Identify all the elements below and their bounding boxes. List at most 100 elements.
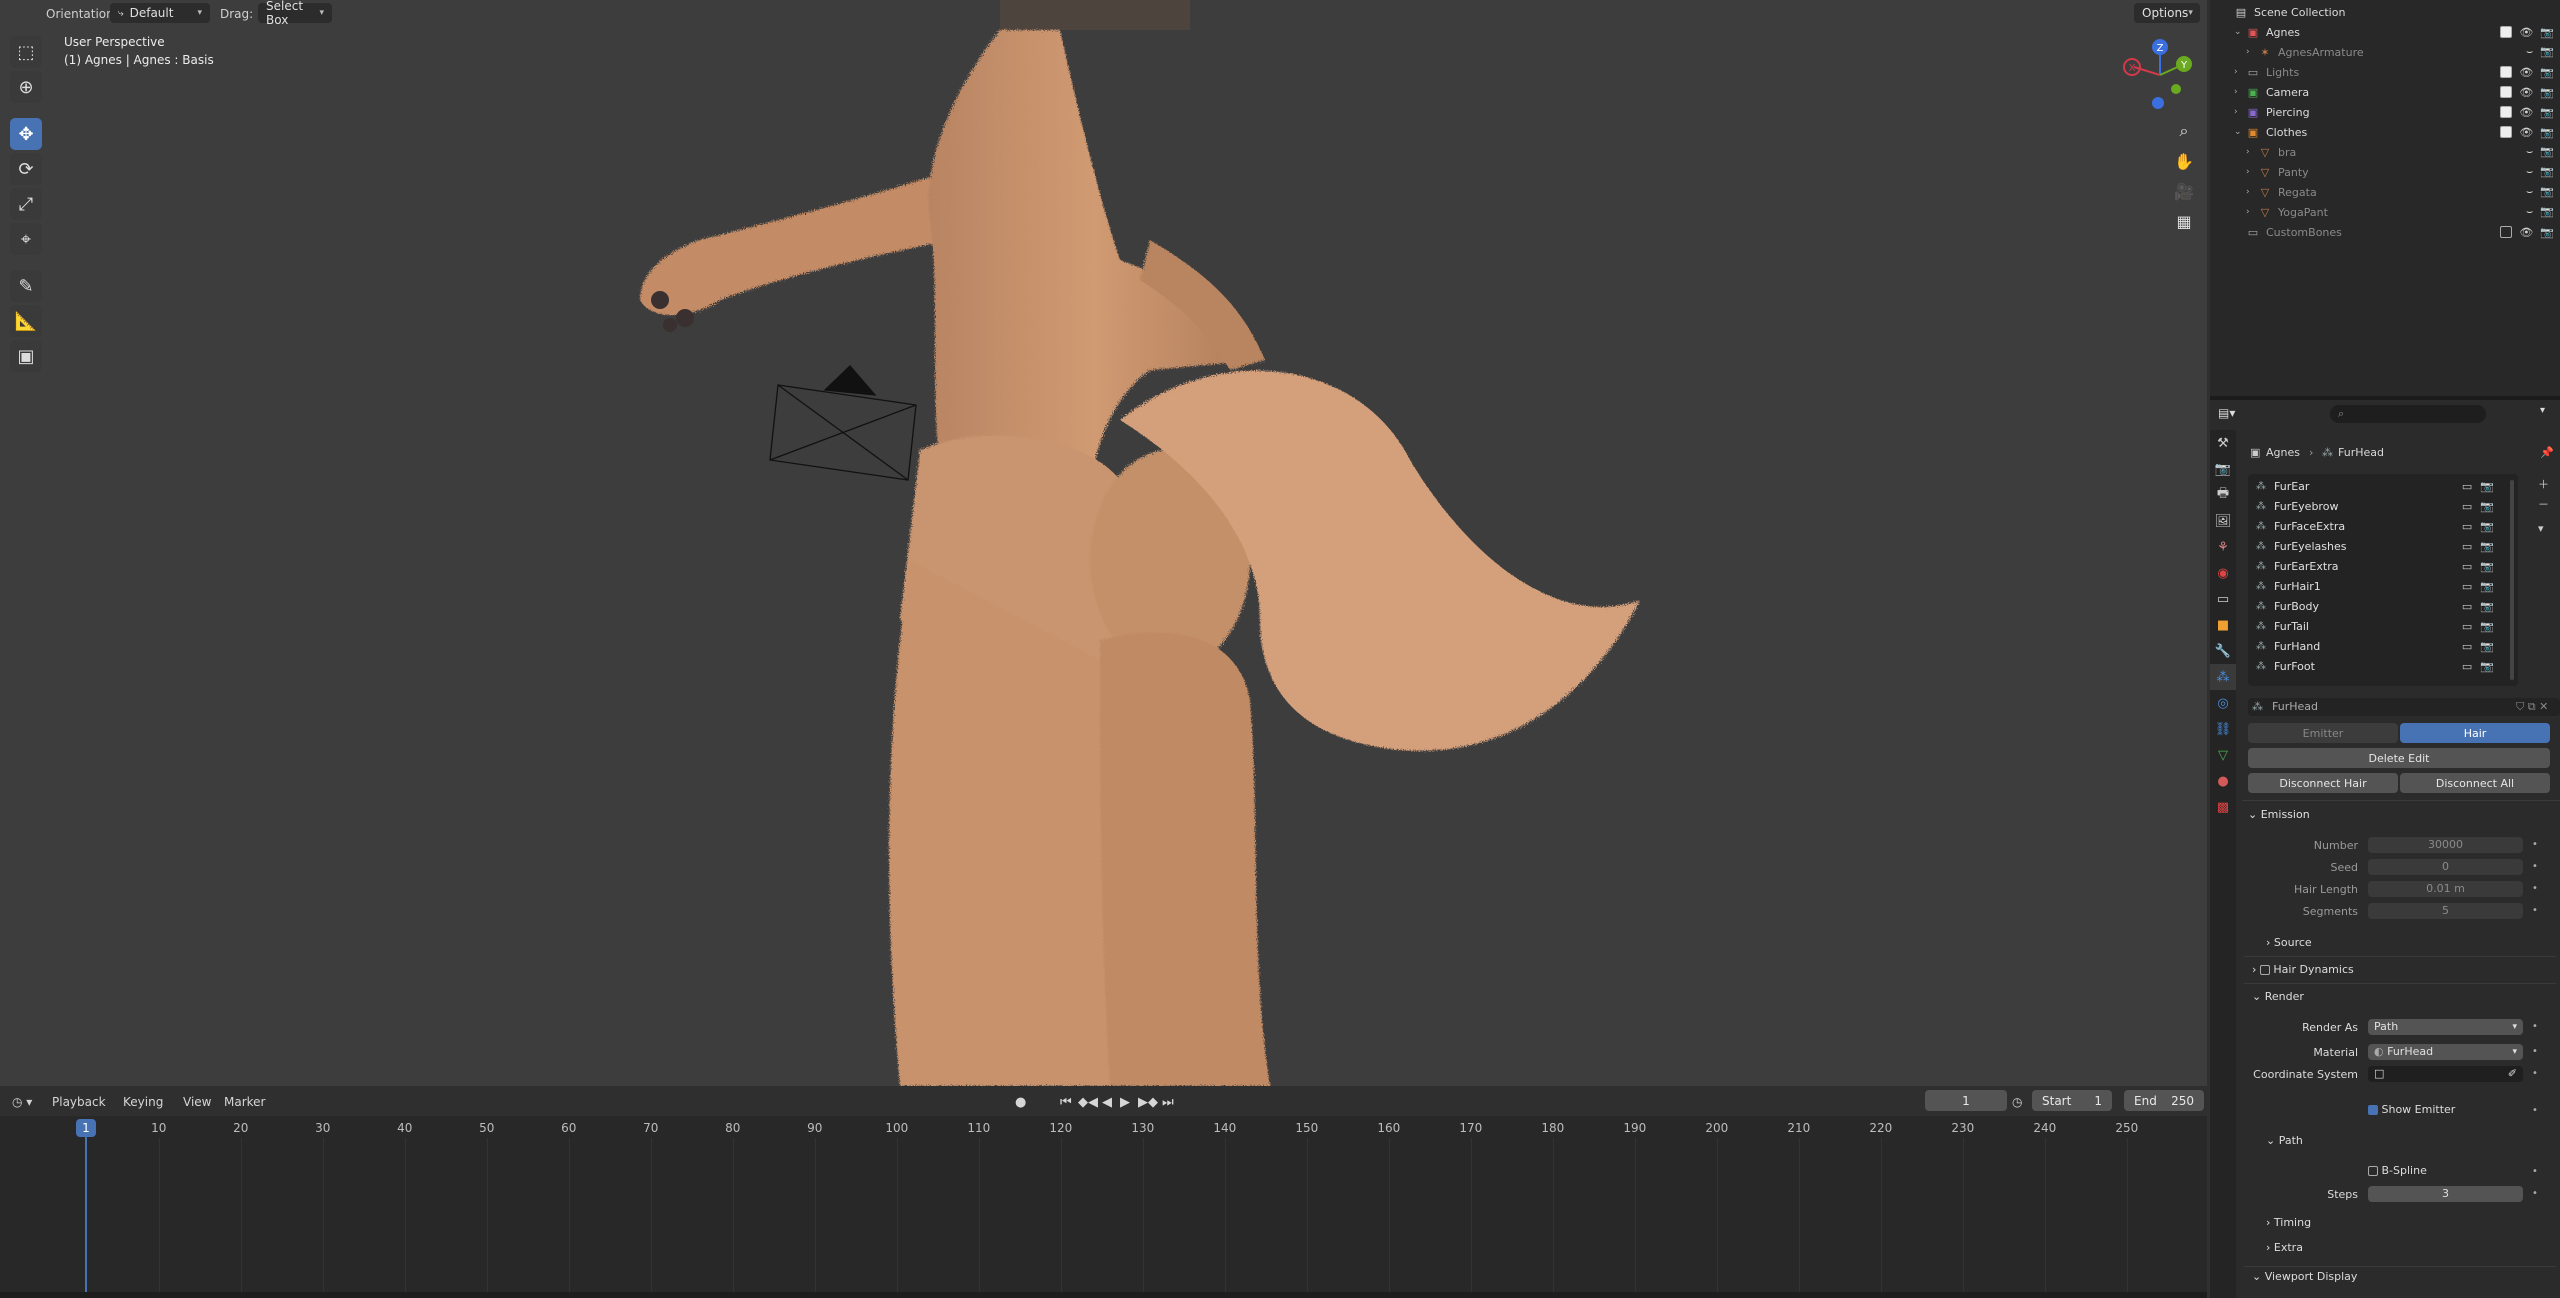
particle-system-item[interactable]: ⁂ FurBody ▭📷 bbox=[2256, 600, 2506, 613]
cursor-tool-icon[interactable]: ⊕ bbox=[10, 71, 42, 103]
viewport-render-toggle-icons[interactable]: ▭📷 bbox=[2462, 660, 2502, 673]
visibility-eye-icon[interactable]: ⌣ bbox=[2526, 185, 2533, 199]
particles-tab-icon[interactable]: ⁂ bbox=[2210, 664, 2236, 690]
prev-keyframe-icon[interactable]: ◆◀ bbox=[1078, 1095, 1098, 1110]
render-as-dropdown[interactable]: Path ▾ bbox=[2368, 1019, 2523, 1035]
render-camera-icon[interactable]: 📷 bbox=[2540, 226, 2554, 239]
visibility-eye-icon[interactable]: 👁 bbox=[2519, 86, 2533, 99]
particle-system-item[interactable]: ⁂ FurHand ▭📷 bbox=[2256, 640, 2506, 653]
exclude-checkbox[interactable] bbox=[2500, 65, 2513, 78]
expand-arrow-icon[interactable]: ⌄ bbox=[2234, 27, 2246, 37]
expand-arrow-icon[interactable]: › bbox=[2246, 207, 2258, 217]
visibility-eye-icon[interactable]: 👁 bbox=[2519, 106, 2533, 119]
visibility-eye-icon[interactable]: 👁 bbox=[2519, 66, 2533, 79]
measure-tool-icon[interactable]: 📐 bbox=[10, 305, 42, 337]
outliner-row[interactable]: › ▣ Piercing 👁 📷 bbox=[2210, 102, 2560, 122]
zoom-icon[interactable]: ⌕ bbox=[2169, 116, 2199, 146]
timeline-scrollbar[interactable] bbox=[0, 1292, 2207, 1298]
type-hair-button[interactable]: Hair bbox=[2400, 723, 2550, 743]
render-camera-icon[interactable]: 📷 bbox=[2540, 165, 2554, 179]
visibility-eye-icon[interactable]: ⌣ bbox=[2526, 45, 2533, 59]
outliner[interactable]: ▤ Scene Collection ⌄ ▣ Agnes 👁 📷 › ✶ AgnesArmatur… bbox=[2210, 0, 2560, 400]
tool-tab-icon[interactable]: ⚒ bbox=[2210, 430, 2236, 456]
source-subpanel[interactable]: › Source bbox=[2266, 936, 2312, 949]
constraints-tab-icon[interactable]: ⛓ bbox=[2210, 716, 2236, 742]
exclude-checkbox[interactable] bbox=[2500, 225, 2513, 238]
list-menu-chevron-icon[interactable]: ▾ bbox=[2538, 522, 2544, 535]
render-tab-icon[interactable]: 📷 bbox=[2210, 456, 2236, 482]
list-scrollbar[interactable] bbox=[2510, 480, 2514, 680]
visibility-eye-icon[interactable]: 👁 bbox=[2519, 26, 2533, 39]
outliner-row[interactable]: › ✶ AgnesArmature ⌣ 📷 bbox=[2210, 42, 2560, 62]
hair-dynamics-panel[interactable]: › Hair Dynamics bbox=[2252, 963, 2354, 976]
play-icon[interactable]: ▶ bbox=[1120, 1095, 1130, 1110]
render-camera-icon[interactable]: 📷 bbox=[2540, 45, 2554, 59]
move-tool-icon[interactable]: ✥ bbox=[10, 118, 42, 150]
transform-tool-icon[interactable]: ⌖ bbox=[10, 223, 42, 255]
outliner-row[interactable]: ▤ Scene Collection bbox=[2210, 2, 2560, 22]
expand-arrow-icon[interactable]: › bbox=[2234, 87, 2246, 97]
record-icon[interactable]: ● bbox=[1015, 1095, 1026, 1110]
timeline-ruler[interactable]: 10 20 30 40 50 60 70 80 90 100 110 120 130 140 150 160 1… bbox=[0, 1118, 2207, 1138]
path-subpanel[interactable]: ⌄ Path bbox=[2266, 1134, 2303, 1147]
camera-object[interactable] bbox=[769, 365, 917, 481]
render-camera-icon[interactable]: 📷 bbox=[2540, 185, 2554, 199]
exclude-checkbox[interactable] bbox=[2500, 25, 2513, 38]
jump-end-icon[interactable]: ⏭ bbox=[1162, 1095, 1174, 1110]
viewport-render-toggle-icons[interactable]: ▭📷 bbox=[2462, 520, 2502, 533]
show-emitter-toggle[interactable]: Show Emitter bbox=[2368, 1103, 2455, 1116]
particle-system-item[interactable]: ⁂ FurEyelashes ▭📷 bbox=[2256, 540, 2506, 553]
particle-system-list[interactable]: ⁂ FurEar ▭📷 ⁂ FurEyebrow ▭📷 ⁂ FurFaceExtra ▭📷 ⁂ Fu… bbox=[2248, 474, 2518, 686]
outliner-row[interactable]: › ▽ Panty ⌣ 📷 bbox=[2210, 162, 2560, 182]
bspline-toggle[interactable]: B-Spline bbox=[2368, 1164, 2427, 1177]
rotate-tool-icon[interactable]: ⟳ bbox=[10, 153, 42, 185]
outliner-row[interactable]: ⌄ ▣ Agnes 👁 📷 bbox=[2210, 22, 2560, 42]
number-field[interactable]: 30000 bbox=[2368, 837, 2523, 853]
viewport-render-toggle-icons[interactable]: ▭📷 bbox=[2462, 580, 2502, 593]
viewport-render-toggle-icons[interactable]: ▭📷 bbox=[2462, 620, 2502, 633]
render-camera-icon[interactable]: 📷 bbox=[2540, 66, 2554, 79]
outliner-row[interactable]: ⌄ ▣ Clothes 👁 📷 bbox=[2210, 122, 2560, 142]
texture-tab-icon[interactable]: ▩ bbox=[2210, 794, 2236, 820]
render-camera-icon[interactable]: 📷 bbox=[2540, 205, 2554, 219]
visibility-eye-icon[interactable]: ⌣ bbox=[2526, 145, 2533, 159]
view-menu[interactable]: View bbox=[183, 1095, 211, 1109]
playhead-frame[interactable]: 1 bbox=[76, 1119, 96, 1137]
outliner-row[interactable]: › ▽ Regata ⌣ 📷 bbox=[2210, 182, 2560, 202]
jump-start-icon[interactable]: ⏮ bbox=[1060, 1095, 1072, 1110]
next-keyframe-icon[interactable]: ▶◆ bbox=[1138, 1095, 1158, 1110]
play-reverse-icon[interactable]: ◀ bbox=[1102, 1095, 1112, 1110]
particle-system-item[interactable]: ⁂ FurFoot ▭📷 bbox=[2256, 660, 2506, 673]
playback-menu[interactable]: Playback bbox=[52, 1095, 106, 1109]
3d-viewport[interactable]: Orientation: ⤷ Default ▾ Drag: Select Bo… bbox=[0, 0, 2207, 1086]
gizmo-neg-y[interactable] bbox=[2171, 84, 2181, 94]
add-cube-tool-icon[interactable]: ▣ bbox=[10, 340, 42, 372]
timeline-editor[interactable]: ◷ ▾ Playback Keying View Marker ● ⏮ ◆◀ ◀… bbox=[0, 1086, 2207, 1298]
particle-system-item[interactable]: ⁂ FurEyebrow ▭📷 bbox=[2256, 500, 2506, 513]
particle-system-item[interactable]: ⁂ FurHair1 ▭📷 bbox=[2256, 580, 2506, 593]
expand-arrow-icon[interactable]: › bbox=[2234, 107, 2246, 117]
viewport-render-toggle-icons[interactable]: ▭📷 bbox=[2462, 500, 2502, 513]
coordinate-system-field[interactable]: □ ✐ bbox=[2368, 1066, 2523, 1082]
viewport-render-toggle-icons[interactable]: ▭📷 bbox=[2462, 600, 2502, 613]
hair-dynamics-checkbox[interactable] bbox=[2259, 965, 2270, 975]
visibility-eye-icon[interactable]: ⌣ bbox=[2526, 165, 2533, 179]
settings-datablock[interactable]: ⁂ FurHead ⛉ ⧉ ✕ bbox=[2248, 698, 2560, 716]
preview-range-icon[interactable]: ◷ bbox=[2012, 1095, 2022, 1109]
visibility-eye-icon[interactable]: 👁 bbox=[2519, 126, 2533, 139]
delete-edit-button[interactable]: Delete Edit bbox=[2248, 748, 2550, 768]
gizmo-neg-z[interactable] bbox=[2152, 97, 2164, 109]
viewport-render-toggle-icons[interactable]: ▭📷 bbox=[2462, 480, 2502, 493]
world-tab-icon[interactable]: ◉ bbox=[2210, 560, 2236, 586]
visibility-eye-icon[interactable]: ⌣ bbox=[2526, 205, 2533, 219]
properties-search-input[interactable]: ⌕ bbox=[2330, 405, 2486, 423]
output-tab-icon[interactable]: 🖶 bbox=[2210, 482, 2236, 508]
render-camera-icon[interactable]: 📷 bbox=[2540, 26, 2554, 39]
disconnect-hair-button[interactable]: Disconnect Hair bbox=[2248, 773, 2398, 793]
fake-user-icon[interactable]: ⛉ ⧉ ✕ bbox=[2516, 700, 2548, 714]
modifier-tab-icon[interactable]: 🔧 bbox=[2210, 638, 2236, 664]
start-frame-field[interactable]: Start 1 bbox=[2032, 1090, 2112, 1111]
editor-type-icon[interactable]: ▤▾ bbox=[2218, 406, 2235, 420]
scale-tool-icon[interactable]: ⤢ bbox=[10, 188, 42, 220]
expand-arrow-icon[interactable]: ⌄ bbox=[2234, 127, 2246, 137]
